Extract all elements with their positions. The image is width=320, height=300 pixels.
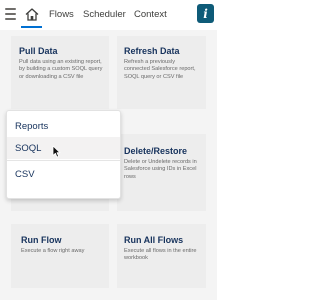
run-flow-title: Run Flow [21,235,62,245]
run-all-flows-card[interactable]: Run All Flows Execute all flows in the e… [117,224,206,288]
tab-flows[interactable]: Flows [49,9,74,20]
pull-data-description: Pull data using an existing report, by b… [19,59,103,80]
info-button[interactable]: i [197,4,214,23]
run-all-flows-title: Run All Flows [124,235,184,245]
menu-item-soql[interactable]: SOQL [7,137,120,159]
tab-scheduler[interactable]: Scheduler [83,9,126,20]
refresh-data-card[interactable]: Refresh Data Refresh a previously connec… [117,36,206,109]
menu-divider [7,160,120,161]
menu-item-reports[interactable]: Reports [7,115,120,137]
refresh-data-description: Refresh a previously connected Salesforc… [124,59,196,80]
run-flow-description: Execute a flow right away [21,248,85,254]
delete-restore-title: Delete/Restore [124,146,188,156]
mouse-pointer-icon [52,145,61,158]
tab-context[interactable]: Context [134,9,167,20]
home-icon [25,7,38,21]
tab-home[interactable] [21,2,42,28]
pull-data-dropdown-menu: Reports SOQL CSV [6,110,121,199]
delete-restore-card[interactable]: Delete/Restore Delete or Undelete record… [117,134,206,211]
pull-data-title: Pull Data [19,46,58,56]
pull-data-card[interactable]: Pull Data Pull data using an existing re… [11,36,109,109]
menu-item-csv[interactable]: CSV [7,163,120,185]
hamburger-icon[interactable] [5,8,16,20]
run-all-flows-description: Execute all flows in the entire workbook [124,248,197,262]
run-flow-card[interactable]: Run Flow Execute a flow right away [11,224,109,288]
delete-restore-description: Delete or Undelete records in Salesforce… [124,159,197,180]
refresh-data-title: Refresh Data [124,46,180,56]
info-icon: i [203,6,208,21]
top-navigation: Flows Scheduler Context i [0,0,217,30]
